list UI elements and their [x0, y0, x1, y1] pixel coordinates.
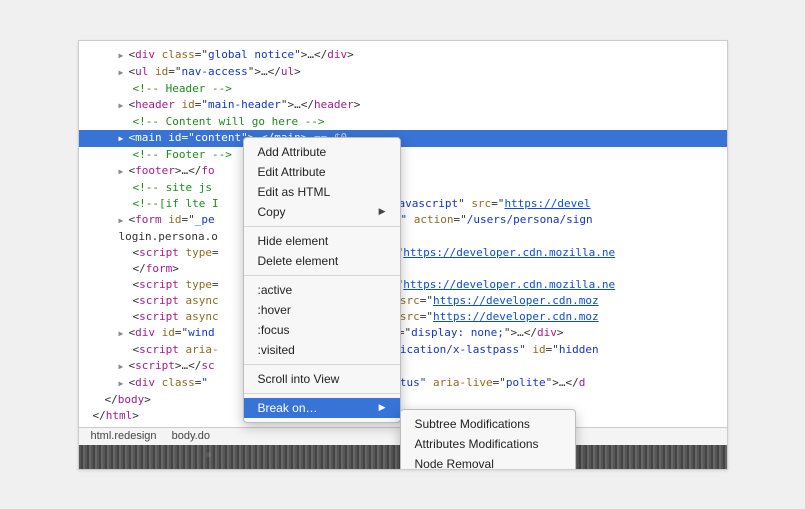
- submenu-arrow-icon: ▶: [379, 206, 386, 217]
- menu-force-active[interactable]: :active: [244, 280, 400, 300]
- dom-node[interactable]: <script async" src="https://developer.cd…: [79, 293, 727, 309]
- menu-edit-attribute[interactable]: Edit Attribute: [244, 162, 400, 182]
- expand-arrow-icon[interactable]: [119, 325, 129, 342]
- dom-comment[interactable]: <!-- Header -->: [79, 81, 727, 97]
- menu-delete-element[interactable]: Delete element: [244, 251, 400, 271]
- expand-arrow-icon[interactable]: [119, 64, 129, 81]
- menu-scroll-into-view[interactable]: Scroll into View: [244, 369, 400, 389]
- menu-edit-as-html[interactable]: Edit as HTML: [244, 182, 400, 202]
- dom-node[interactable]: <div id="windle="display: none;">…</div>: [79, 325, 727, 342]
- expand-arrow-icon[interactable]: [119, 97, 129, 114]
- menu-force-focus[interactable]: :focus: [244, 320, 400, 340]
- menu-copy[interactable]: Copy▶: [244, 202, 400, 222]
- dom-comment[interactable]: <!-- Footer -->: [79, 147, 727, 163]
- menu-separator: [244, 275, 400, 276]
- submenu-arrow-icon: ▶: [379, 402, 386, 413]
- dom-node[interactable]: <script type="https://developer.cdn.mozi…: [79, 277, 727, 293]
- breadcrumb-item[interactable]: html.redesign: [85, 430, 163, 442]
- menu-force-visited[interactable]: :visited: [244, 340, 400, 360]
- dom-node[interactable]: <ul id="nav-access">…</ul>: [79, 64, 727, 81]
- context-menu: Add Attribute Edit Attribute Edit as HTM…: [243, 137, 401, 423]
- expand-arrow-icon[interactable]: [119, 47, 129, 64]
- dom-node-selected[interactable]: <main id="content">…</main> == $0: [79, 130, 727, 147]
- expand-arrow-icon[interactable]: [119, 130, 129, 147]
- dom-node[interactable]: <script async" src="https://developer.cd…: [79, 309, 727, 325]
- dom-node[interactable]: <script type="https://developer.cdn.mozi…: [79, 245, 727, 261]
- dom-node[interactable]: <script>…</sc: [79, 358, 727, 375]
- menu-break-on[interactable]: Break on…▶: [244, 398, 400, 418]
- dom-node[interactable]: </body>: [79, 392, 727, 408]
- breadcrumb-item[interactable]: body.do: [166, 430, 216, 442]
- expand-arrow-icon[interactable]: [119, 358, 129, 375]
- dom-node[interactable]: <header id="main-header">…</header>: [79, 97, 727, 114]
- dom-node[interactable]: <footer>…</fo: [79, 163, 727, 180]
- menu-force-hover[interactable]: :hover: [244, 300, 400, 320]
- break-on-submenu: Subtree Modifications Attributes Modific…: [400, 409, 576, 470]
- dom-node[interactable]: <form id="_peost" action="/users/persona…: [79, 212, 727, 229]
- menu-hide-element[interactable]: Hide element: [244, 231, 400, 251]
- menu-add-attribute[interactable]: Add Attribute: [244, 142, 400, 162]
- expand-arrow-icon[interactable]: [119, 212, 129, 229]
- dom-node[interactable]: <script aria-plication/x-lastpass" id="h…: [79, 342, 727, 358]
- dom-text[interactable]: login.persona.o: [79, 229, 727, 245]
- dom-node[interactable]: <div class="status" aria-live="polite">……: [79, 375, 727, 392]
- menu-separator: [244, 226, 400, 227]
- devtools-panel: <div class="global notice">…</div> <ul i…: [78, 40, 728, 470]
- dom-node[interactable]: </form>: [79, 261, 727, 277]
- submenu-node-removal[interactable]: Node Removal: [401, 454, 575, 470]
- dom-node[interactable]: <div class="global notice">…</div>: [79, 47, 727, 64]
- submenu-attributes-modifications[interactable]: Attributes Modifications: [401, 434, 575, 454]
- dom-comment[interactable]: <!-- site js: [79, 180, 727, 196]
- submenu-subtree-modifications[interactable]: Subtree Modifications: [401, 414, 575, 434]
- expand-arrow-icon[interactable]: [119, 163, 129, 180]
- dom-comment[interactable]: <!-- Content will go here -->: [79, 114, 727, 130]
- expand-arrow-icon[interactable]: [119, 375, 129, 392]
- dom-tree[interactable]: <div class="global notice">…</div> <ul i…: [79, 41, 727, 424]
- menu-separator: [244, 364, 400, 365]
- dom-node[interactable]: <!--[if lte It/javascript" src="https://…: [79, 196, 727, 212]
- menu-separator: [244, 393, 400, 394]
